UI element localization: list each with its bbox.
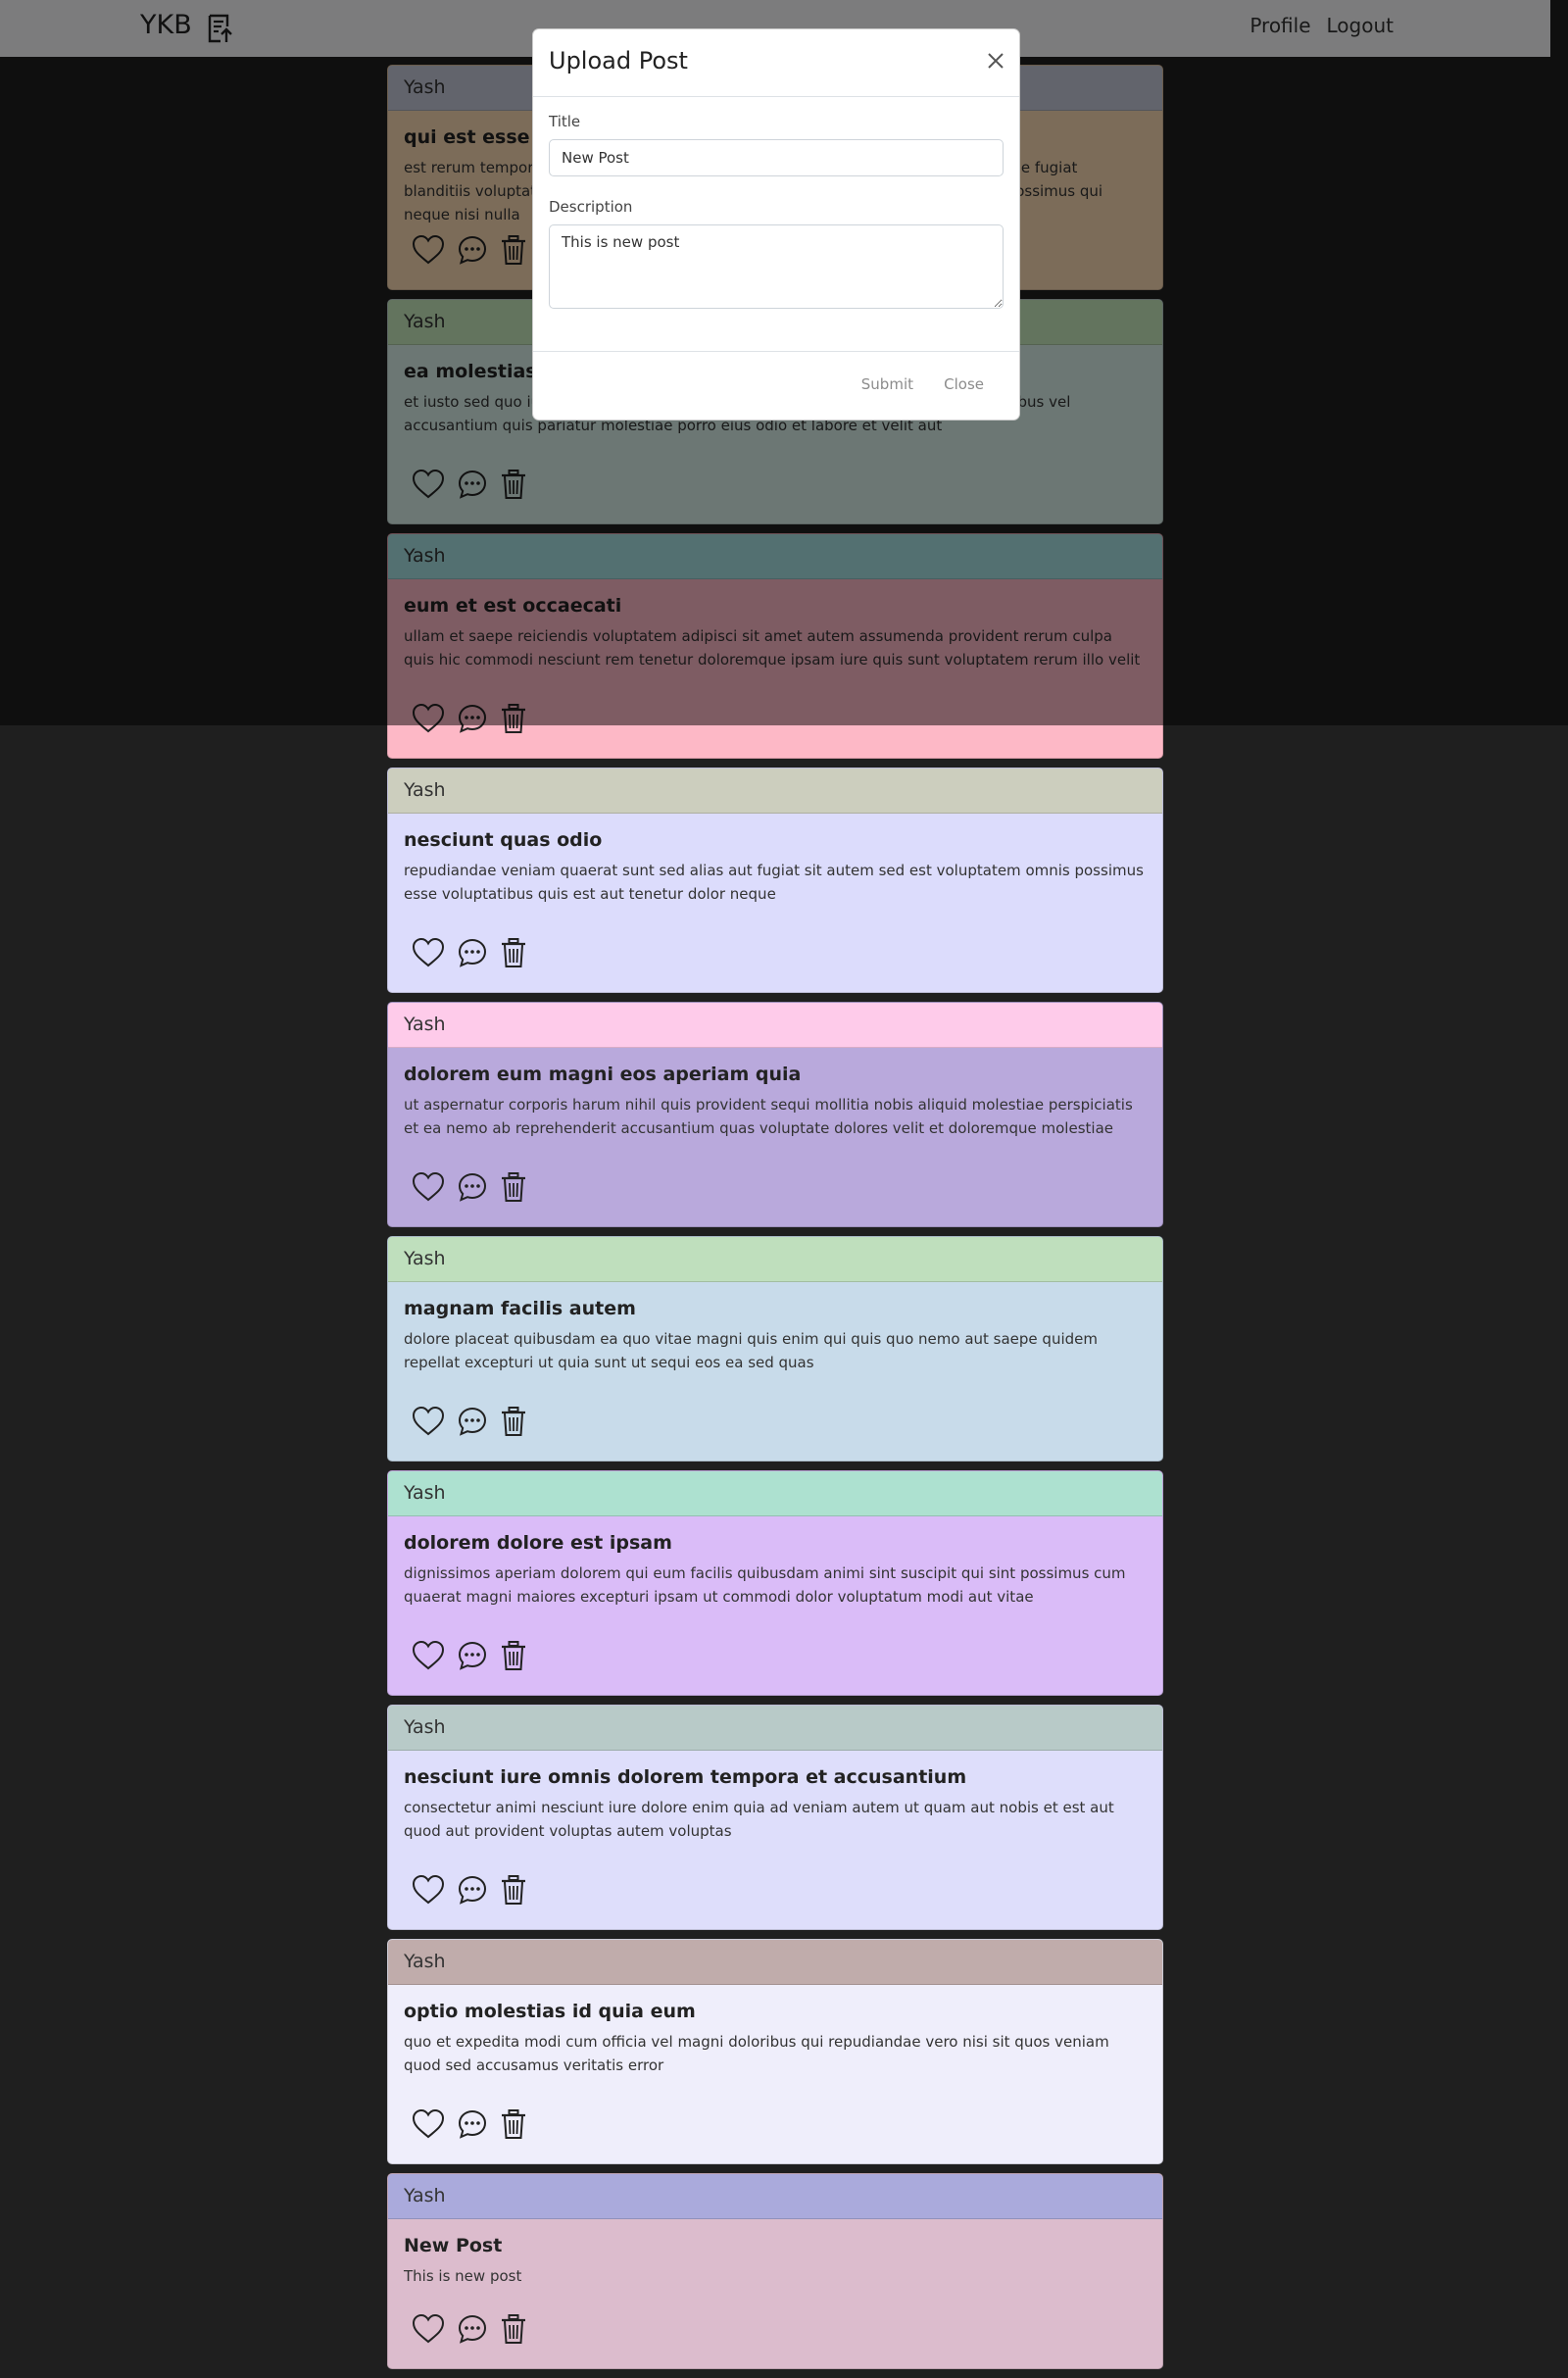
trash-icon[interactable] bbox=[500, 2313, 527, 2345]
comment-icon[interactable] bbox=[457, 1640, 488, 1671]
comment-icon[interactable] bbox=[457, 1406, 488, 1437]
post-title: optio molestias id quia eum bbox=[404, 2001, 696, 2022]
heart-icon[interactable] bbox=[412, 937, 445, 968]
post-author: Yash bbox=[388, 1471, 1162, 1516]
heart-icon[interactable] bbox=[412, 1874, 445, 1906]
comment-icon[interactable] bbox=[457, 2108, 488, 2140]
post-actions bbox=[412, 937, 527, 968]
submit-button[interactable]: Submit bbox=[861, 375, 913, 393]
post-author: Yash bbox=[388, 1940, 1162, 1985]
upload-post-modal: Upload Post Title Description This is ne… bbox=[532, 28, 1020, 421]
post-card: Yash optio molestias id quia eum quo et … bbox=[387, 1939, 1163, 2164]
post-title: nesciunt iure omnis dolorem tempora et a… bbox=[404, 1766, 967, 1788]
post-text: consectetur animi nesciunt iure dolore e… bbox=[404, 1799, 1114, 1840]
comment-icon[interactable] bbox=[457, 1171, 488, 1203]
post-text: ut aspernatur corporis harum nihil quis … bbox=[404, 1096, 1133, 1137]
trash-icon[interactable] bbox=[500, 2108, 527, 2140]
description-label: Description bbox=[549, 198, 633, 216]
post-body: nesciunt quas odio repudiandae veniam qu… bbox=[388, 814, 1162, 906]
post-title: dolorem eum magni eos aperiam quia bbox=[404, 1064, 802, 1085]
post-card: Yash nesciunt iure omnis dolorem tempora… bbox=[387, 1705, 1163, 1930]
title-label: Title bbox=[549, 113, 581, 130]
post-actions bbox=[412, 2108, 527, 2140]
heart-icon[interactable] bbox=[412, 1171, 445, 1203]
post-actions bbox=[412, 1874, 527, 1906]
post-author: Yash bbox=[388, 1706, 1162, 1751]
post-card: Yash dolorem eum magni eos aperiam quia … bbox=[387, 1002, 1163, 1227]
title-input[interactable] bbox=[549, 139, 1004, 176]
post-card: Yash nesciunt quas odio repudiandae veni… bbox=[387, 768, 1163, 993]
post-text: dolore placeat quibusdam ea quo vitae ma… bbox=[404, 1330, 1098, 1371]
post-title: magnam facilis autem bbox=[404, 1298, 636, 1319]
post-body: nesciunt iure omnis dolorem tempora et a… bbox=[388, 1751, 1162, 1843]
post-author: Yash bbox=[388, 1003, 1162, 1048]
heart-icon[interactable] bbox=[412, 1640, 445, 1671]
post-text: repudiandae veniam quaerat sunt sed alia… bbox=[404, 862, 1144, 903]
trash-icon[interactable] bbox=[500, 1874, 527, 1906]
post-card: Yash dolorem dolore est ipsam dignissimo… bbox=[387, 1470, 1163, 1696]
comment-icon[interactable] bbox=[457, 937, 488, 968]
post-title: nesciunt quas odio bbox=[404, 829, 603, 851]
trash-icon[interactable] bbox=[500, 937, 527, 968]
modal-footer: Submit Close bbox=[533, 351, 1019, 420]
trash-icon[interactable] bbox=[500, 1406, 527, 1437]
post-actions bbox=[412, 2313, 527, 2345]
trash-icon[interactable] bbox=[500, 1640, 527, 1671]
post-card: Yash New Post This is new post bbox=[387, 2173, 1163, 2369]
post-title: New Post bbox=[404, 2235, 503, 2256]
modal-title: Upload Post bbox=[549, 47, 688, 74]
heart-icon[interactable] bbox=[412, 1406, 445, 1437]
description-textarea[interactable]: This is new post bbox=[549, 224, 1004, 309]
post-card: Yash magnam facilis autem dolore placeat… bbox=[387, 1236, 1163, 1461]
modal-body: Title Description This is new post bbox=[533, 97, 1019, 328]
post-body: dolorem eum magni eos aperiam quia ut as… bbox=[388, 1048, 1162, 1140]
post-body: optio molestias id quia eum quo et exped… bbox=[388, 1985, 1162, 2077]
heart-icon[interactable] bbox=[412, 2313, 445, 2345]
close-icon[interactable] bbox=[986, 51, 1005, 71]
trash-icon[interactable] bbox=[500, 1171, 527, 1203]
post-author: Yash bbox=[388, 768, 1162, 814]
post-text: quo et expedita modi cum officia vel mag… bbox=[404, 2033, 1109, 2074]
post-text: dignissimos aperiam dolorem qui eum faci… bbox=[404, 1564, 1126, 1606]
post-actions bbox=[412, 1171, 527, 1203]
post-body: magnam facilis autem dolore placeat quib… bbox=[388, 1282, 1162, 1374]
comment-icon[interactable] bbox=[457, 2313, 488, 2345]
post-author: Yash bbox=[388, 2174, 1162, 2219]
close-button[interactable]: Close bbox=[944, 375, 984, 393]
post-body: New Post This is new post bbox=[388, 2219, 1162, 2288]
modal-header: Upload Post bbox=[533, 29, 1019, 97]
post-actions bbox=[412, 1640, 527, 1671]
post-actions bbox=[412, 1406, 527, 1437]
post-author: Yash bbox=[388, 1237, 1162, 1282]
heart-icon[interactable] bbox=[412, 2108, 445, 2140]
post-body: dolorem dolore est ipsam dignissimos ape… bbox=[388, 1516, 1162, 1609]
post-text: This is new post bbox=[404, 2267, 522, 2285]
comment-icon[interactable] bbox=[457, 1874, 488, 1906]
post-title: dolorem dolore est ipsam bbox=[404, 1532, 672, 1554]
